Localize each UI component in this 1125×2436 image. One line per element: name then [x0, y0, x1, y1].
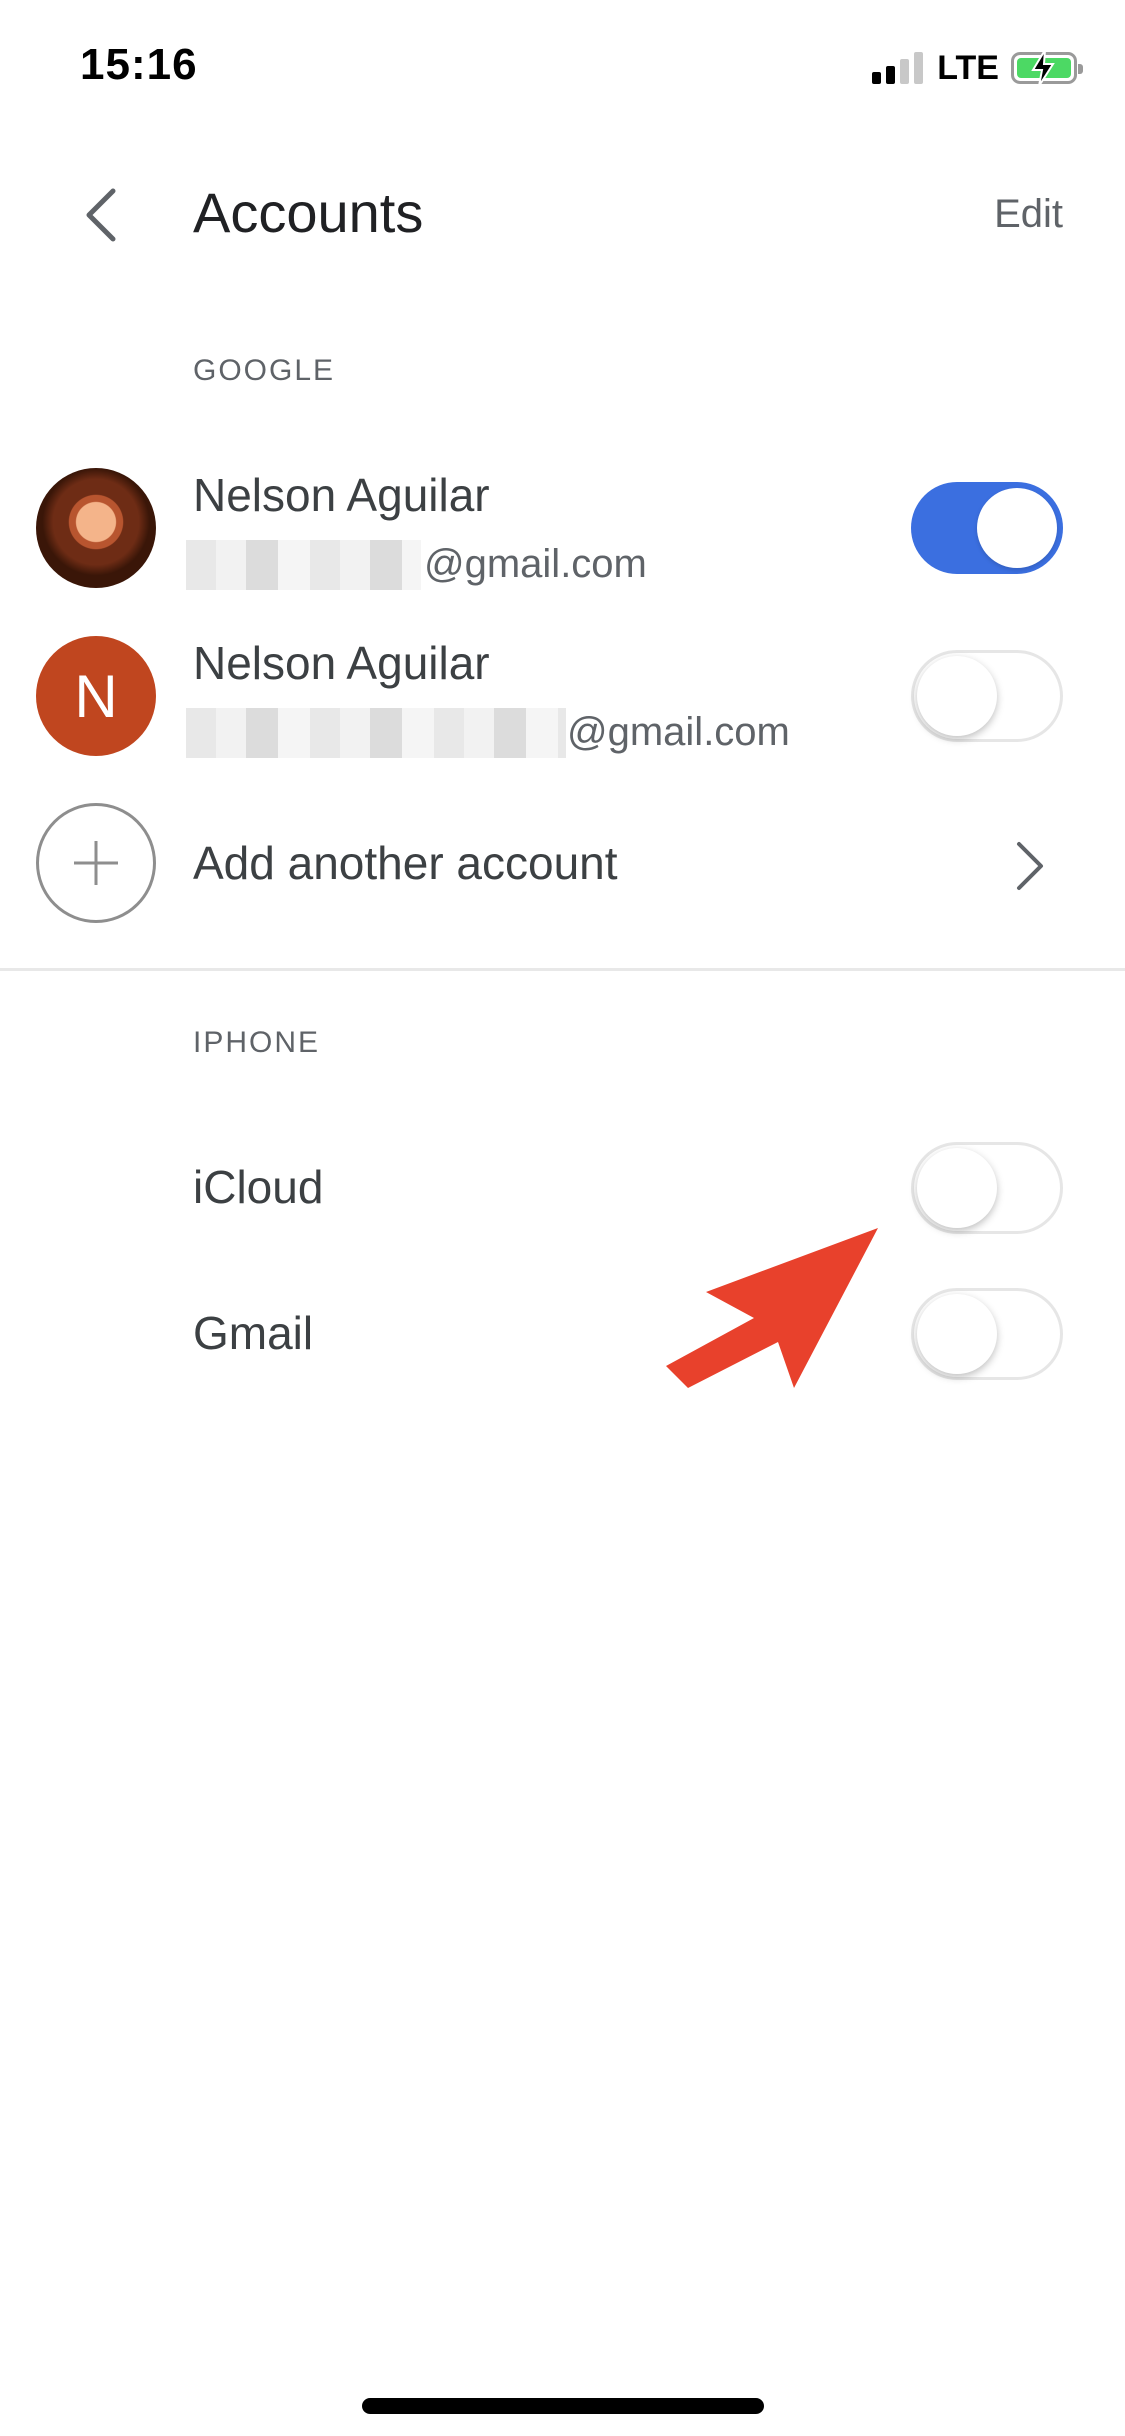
chevron-right-icon[interactable]	[1015, 840, 1045, 892]
battery-icon	[1011, 49, 1083, 87]
toggle-knob	[917, 1294, 997, 1374]
signal-icon	[872, 52, 924, 84]
back-button[interactable]	[70, 180, 130, 250]
status-time: 15:16	[80, 40, 198, 89]
toggle-knob	[917, 656, 997, 736]
section-header-google: GOOGLE	[193, 354, 336, 387]
redacted-email	[186, 540, 421, 590]
annotation-arrow-icon	[666, 1228, 878, 1388]
redacted-email	[186, 708, 566, 758]
accounts-screen: 15:16 LTE Accounts Edit GOOGLE Nelson Ag…	[0, 0, 1125, 2436]
add-account-button[interactable]	[36, 803, 156, 923]
section-header-iphone: IPHONE	[193, 1026, 321, 1059]
status-indicators: LTE	[872, 48, 1083, 88]
account-toggle-1[interactable]	[911, 482, 1063, 574]
toggle-knob	[977, 488, 1057, 568]
chevron-left-icon	[86, 188, 116, 242]
home-indicator	[362, 2398, 764, 2414]
account-name: Nelson Aguilar	[193, 637, 490, 689]
account-email: @gmail.com	[424, 542, 647, 586]
plus-icon	[74, 841, 118, 885]
gmail-toggle[interactable]	[911, 1288, 1063, 1380]
section-divider	[0, 968, 1125, 971]
account-email: @gmail.com	[567, 710, 790, 754]
account-toggle-2[interactable]	[911, 650, 1063, 742]
avatar	[36, 468, 156, 588]
icloud-toggle[interactable]	[911, 1142, 1063, 1234]
account-name: Nelson Aguilar	[193, 469, 490, 521]
avatar: N	[36, 636, 156, 756]
charging-bolt-icon	[1031, 49, 1055, 87]
device-account-label-gmail: Gmail	[193, 1307, 314, 1359]
toggle-knob	[917, 1148, 997, 1228]
edit-button[interactable]: Edit	[994, 192, 1063, 237]
page-title: Accounts	[193, 181, 424, 244]
network-label: LTE	[937, 48, 999, 87]
device-account-label-icloud: iCloud	[193, 1161, 324, 1213]
add-account-label[interactable]: Add another account	[193, 836, 618, 890]
